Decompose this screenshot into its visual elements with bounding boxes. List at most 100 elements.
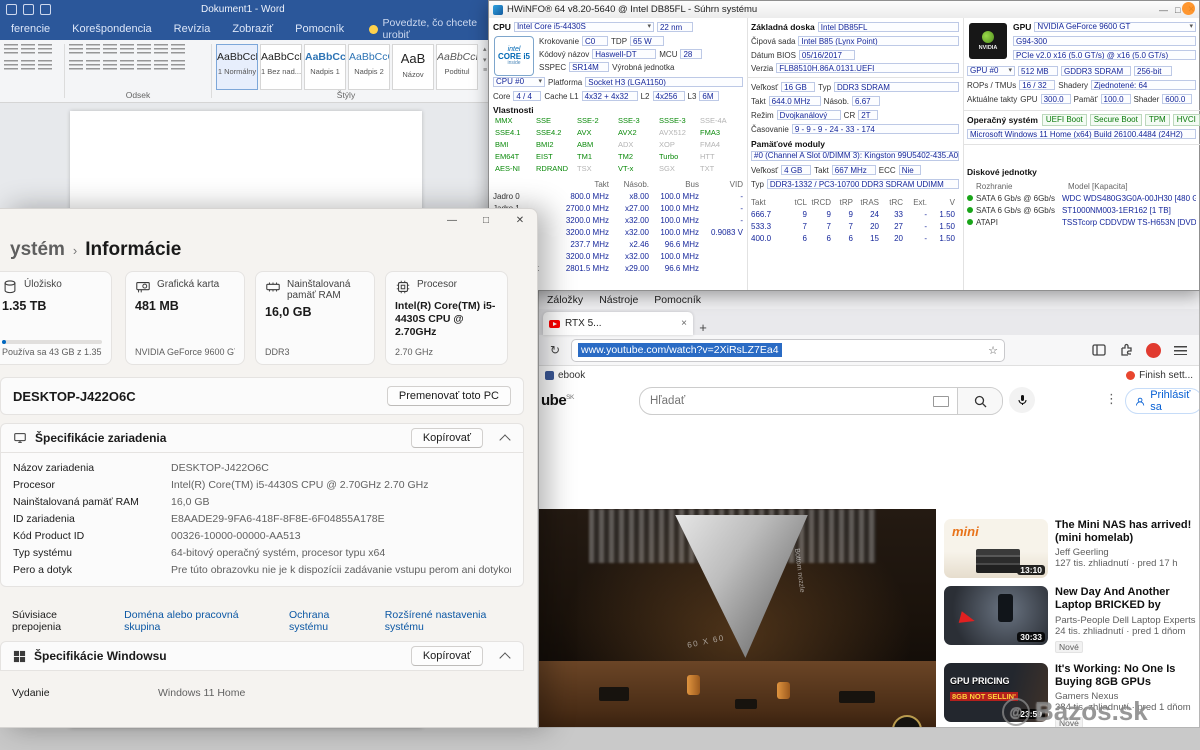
gpu-select[interactable]: NVIDIA GeForce 9600 GT (1034, 22, 1196, 32)
maximize-icon[interactable]: □ (469, 209, 503, 231)
ram-card[interactable]: Nainštalovaná pamäť RAM 16,0 GB DDR3 (255, 271, 375, 365)
search-button[interactable] (957, 388, 1002, 414)
related-video[interactable]: GPU PRICING 8GB NOT SELLIN' 23:59 It's W… (944, 663, 1199, 728)
numbered-list-icon[interactable] (86, 44, 100, 56)
ribbon-tab[interactable]: Pomocník (284, 23, 355, 35)
style-card[interactable]: AaB Názov (392, 44, 434, 90)
browser-tab[interactable]: RTX 5... × (543, 312, 693, 335)
related-link[interactable]: Rozšírené nastavenia systému (385, 609, 524, 633)
rename-pc-button[interactable]: Premenovať toto PC (387, 386, 511, 406)
style-card[interactable]: AaBbCcD Podtitul (436, 44, 478, 90)
chevron-up-icon[interactable] (499, 434, 510, 445)
video-thumbnail[interactable]: GPU PRICING 8GB NOT SELLIN' 23:59 (944, 663, 1048, 722)
channel-name[interactable]: Parts-People Dell Laptop Experts (1055, 615, 1199, 626)
copy-button[interactable]: Kopírovať (411, 428, 483, 448)
finish-setup-item[interactable]: Finish sett... (1126, 370, 1193, 381)
gallery-up-icon[interactable]: ▴ (483, 45, 487, 53)
reload-icon[interactable]: ↻ (547, 343, 563, 357)
change-case-icon[interactable] (38, 44, 52, 56)
pilcrow-icon[interactable] (171, 44, 185, 56)
related-link[interactable]: Ochrana systému (289, 609, 369, 633)
related-video[interactable]: mini 13:10 The Mini NAS has arrived! (mi… (944, 519, 1199, 578)
gallery-down-icon[interactable]: ▾ (483, 56, 487, 64)
style-card[interactable]: AaBbCc Nadpis 1 (304, 44, 346, 90)
device-spec-section[interactable]: Špecifikácie zariadenia Kopírovať (0, 423, 524, 453)
drive-row[interactable]: SATA 6 Gb/s @ 6Gb/s WDC WDS480G3G0A-00JH… (967, 192, 1196, 204)
copy-button[interactable]: Kopírovať (411, 646, 483, 666)
minimize-icon[interactable]: — (435, 209, 469, 231)
kebab-menu-icon[interactable]: ⋮ (1105, 391, 1118, 407)
undo-icon[interactable] (23, 4, 34, 15)
new-tab-button[interactable]: + (693, 320, 713, 335)
style-card[interactable]: AaBbCcDc 1 Normálny (216, 44, 258, 90)
graphics-card-card[interactable]: Grafická karta 481 MB NVIDIA GeForce 960… (125, 271, 245, 365)
gpu-number-select[interactable]: GPU #0 (967, 66, 1015, 76)
tell-me-box[interactable]: Povedzte, čo chcete urobiť (369, 17, 500, 41)
drive-row[interactable]: SATA 6 Gb/s @ 6Gb/s ST1000NM003-1ER162 [… (967, 204, 1196, 216)
font-color-icon[interactable] (21, 60, 35, 72)
sign-in-button[interactable]: Prihlásiť sa (1125, 388, 1200, 414)
menu-item[interactable]: Pomocník (654, 294, 701, 306)
sort-icon[interactable] (154, 44, 168, 56)
storage-card[interactable]: Úložisko 1.35 TB Používa sa 43 GB z 1.35… (0, 271, 112, 365)
text-highlight-icon[interactable] (4, 60, 18, 72)
url-bar[interactable]: www.youtube.com/watch?v=2XiRsLZ7Ea4 ☆ (571, 339, 1005, 362)
decrease-indent-icon[interactable] (120, 44, 134, 56)
related-video[interactable]: 30:33 New Day And Another Laptop BRICKED… (944, 586, 1199, 655)
bookmark-item[interactable]: ebook (558, 370, 585, 381)
search-input[interactable] (640, 395, 933, 407)
keyboard-icon[interactable] (933, 396, 949, 407)
minimize-icon[interactable]: — (1159, 5, 1168, 15)
cpu-select[interactable]: Intel Core i5-4430S (514, 22, 654, 32)
youtube-logo[interactable]: ubeSK (541, 392, 574, 409)
chevron-up-icon[interactable] (499, 652, 510, 663)
justify-icon[interactable] (120, 60, 134, 72)
profile-icon[interactable] (1146, 343, 1161, 358)
increase-indent-icon[interactable] (137, 44, 151, 56)
save-icon[interactable] (6, 4, 17, 15)
font-grow-icon[interactable] (4, 44, 18, 56)
maximize-icon[interactable]: □ (1175, 5, 1180, 15)
multilevel-list-icon[interactable] (103, 44, 117, 56)
borders-icon[interactable] (171, 60, 185, 72)
ribbon-tab[interactable]: Zobraziť (221, 23, 284, 35)
align-right-icon[interactable] (103, 60, 117, 72)
app-menu-icon[interactable] (1174, 346, 1187, 355)
shading-icon[interactable] (154, 60, 168, 72)
menu-item[interactable]: Záložky (547, 294, 583, 306)
gallery-more-icon[interactable]: ≡ (483, 67, 487, 74)
windows-spec-section[interactable]: Špecifikácie Windowsu Kopírovať (0, 641, 524, 671)
related-link[interactable]: Doména alebo pracovná skupina (124, 609, 273, 633)
video-thumbnail[interactable]: mini 13:10 (944, 519, 1048, 578)
font-shrink-icon[interactable] (21, 44, 35, 56)
breadcrumb-system[interactable]: ystém (10, 239, 65, 261)
style-card[interactable]: AaBbCcDc 1 Bez nad... (260, 44, 302, 90)
ribbon-tab[interactable]: Revízia (163, 23, 222, 35)
line-spacing-icon[interactable] (137, 60, 151, 72)
clear-format-icon[interactable] (38, 60, 52, 72)
extensions-icon[interactable] (1119, 343, 1133, 357)
close-icon[interactable]: ✕ (503, 209, 537, 231)
search-bar[interactable] (639, 387, 1003, 415)
ribbon-tab[interactable]: ferencie (0, 23, 61, 35)
ribbon-tab[interactable]: Korešpondencia (61, 23, 163, 35)
video-player[interactable]: Bottom nozzle 60 X 60 HW 7:10 / 18:10 (539, 509, 936, 728)
drive-row[interactable]: ATAPI TSSTcorp CDDVDW TS-H653N [DVD+... (967, 216, 1196, 228)
cpu-number-select[interactable]: CPU #0 (493, 77, 545, 87)
processor-card[interactable]: Procesor Intel(R) Core(TM) i5-4430S CPU … (385, 271, 508, 365)
memory-module-select[interactable]: #0 (Channel A Slot 0/DIMM 3): Kingston 9… (751, 151, 959, 161)
redo-icon[interactable] (40, 4, 51, 15)
bullet-list-icon[interactable] (69, 44, 83, 56)
channel-name[interactable]: Gamers Nexus (1055, 691, 1199, 702)
bookmark-star-icon[interactable]: ☆ (988, 344, 998, 357)
align-left-icon[interactable] (69, 60, 83, 72)
style-card[interactable]: AaBbCcC Nadpis 2 (348, 44, 390, 90)
menu-item[interactable]: Nástroje (599, 294, 638, 306)
tab-close-icon[interactable]: × (681, 318, 687, 329)
align-center-icon[interactable] (86, 60, 100, 72)
video-thumbnail[interactable]: 30:33 (944, 586, 1048, 645)
voice-search-button[interactable] (1009, 387, 1035, 413)
sidebar-icon[interactable] (1092, 343, 1106, 357)
url-text[interactable]: www.youtube.com/watch?v=2XiRsLZ7Ea4 (578, 343, 782, 357)
channel-name[interactable]: Jeff Geerling (1055, 547, 1199, 558)
